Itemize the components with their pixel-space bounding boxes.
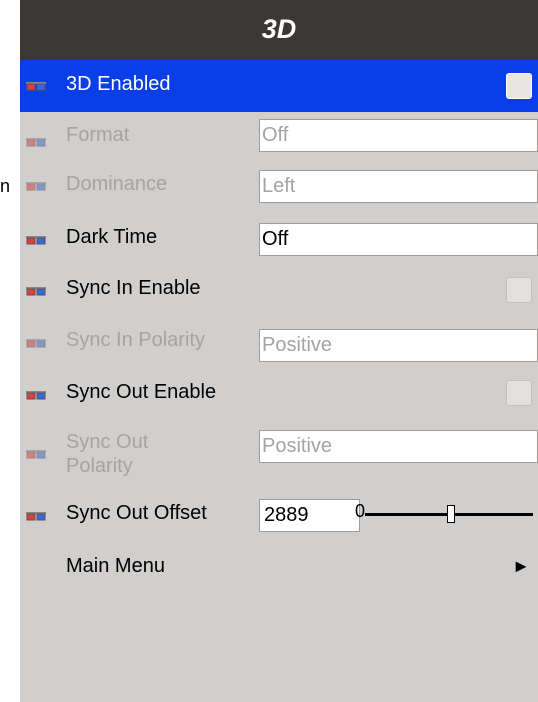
menu-item-sync-out-offset[interactable]: Sync Out Offset 2889 0	[20, 490, 538, 542]
3d-enabled-checkbox[interactable]	[506, 73, 532, 99]
menu-item-format: Format Off	[20, 112, 538, 164]
menu-item-sync-in-polarity: Sync In Polarity Positive	[20, 320, 538, 372]
3d-glasses-icon	[26, 389, 46, 401]
menu-item-label: Sync Out Enable	[66, 381, 217, 403]
menu-item-label: Sync Out Offset	[66, 502, 207, 524]
3d-glasses-icon	[26, 180, 46, 192]
sync-in-enable-checkbox[interactable]	[506, 277, 532, 303]
sync-out-offset-input[interactable]: 2889	[259, 499, 360, 532]
3d-glasses-icon	[26, 510, 46, 522]
menu-item-sync-in-enable[interactable]: Sync In Enable	[20, 268, 538, 320]
3d-glasses-icon	[26, 80, 46, 92]
3d-glasses-icon	[26, 136, 46, 148]
menu-title: 3D	[261, 14, 297, 44]
3d-glasses-icon	[26, 337, 46, 349]
3d-glasses-icon	[26, 448, 46, 460]
menu-item-label: Main Menu	[66, 555, 165, 577]
menu-item-label: Sync In Polarity	[66, 329, 205, 351]
sync-in-polarity-field: Positive	[259, 329, 538, 362]
menu-item-label: Sync Out Polarity	[66, 431, 149, 477]
slider-thumb[interactable]	[447, 505, 455, 523]
3d-glasses-icon	[26, 285, 46, 297]
menu-item-label: Dominance	[66, 173, 168, 195]
partial-background-text: n	[0, 176, 11, 196]
menu-item-label: Sync In Enable	[66, 277, 201, 299]
format-field: Off	[259, 119, 538, 152]
menu-item-sync-out-polarity: Sync Out Polarity Positive	[20, 424, 538, 488]
sync-out-enable-checkbox[interactable]	[506, 380, 532, 406]
menu-item-3d-enabled[interactable]: 3D Enabled	[20, 60, 538, 112]
slider-min-label: 0	[355, 501, 366, 521]
menu-item-main-menu[interactable]: Main Menu ►	[20, 542, 538, 594]
menu-item-label: Format	[66, 124, 130, 146]
sync-out-polarity-field: Positive	[259, 430, 538, 463]
menu-item-dominance: Dominance Left	[20, 164, 538, 216]
menu-item-label: 3D Enabled	[66, 73, 171, 95]
title-bar: 3D	[20, 0, 538, 60]
menu-item-dark-time[interactable]: Dark Time Off	[20, 216, 538, 268]
dark-time-field[interactable]: Off	[259, 223, 538, 256]
menu-panel: 3D 3D Enabled Format Off Dominance Left …	[20, 0, 538, 702]
menu-item-label: Dark Time	[66, 226, 158, 248]
dominance-field: Left	[259, 170, 538, 203]
3d-glasses-icon	[26, 234, 46, 246]
menu-item-sync-out-enable[interactable]: Sync Out Enable	[20, 372, 538, 424]
submenu-arrow-icon: ►	[512, 556, 530, 576]
